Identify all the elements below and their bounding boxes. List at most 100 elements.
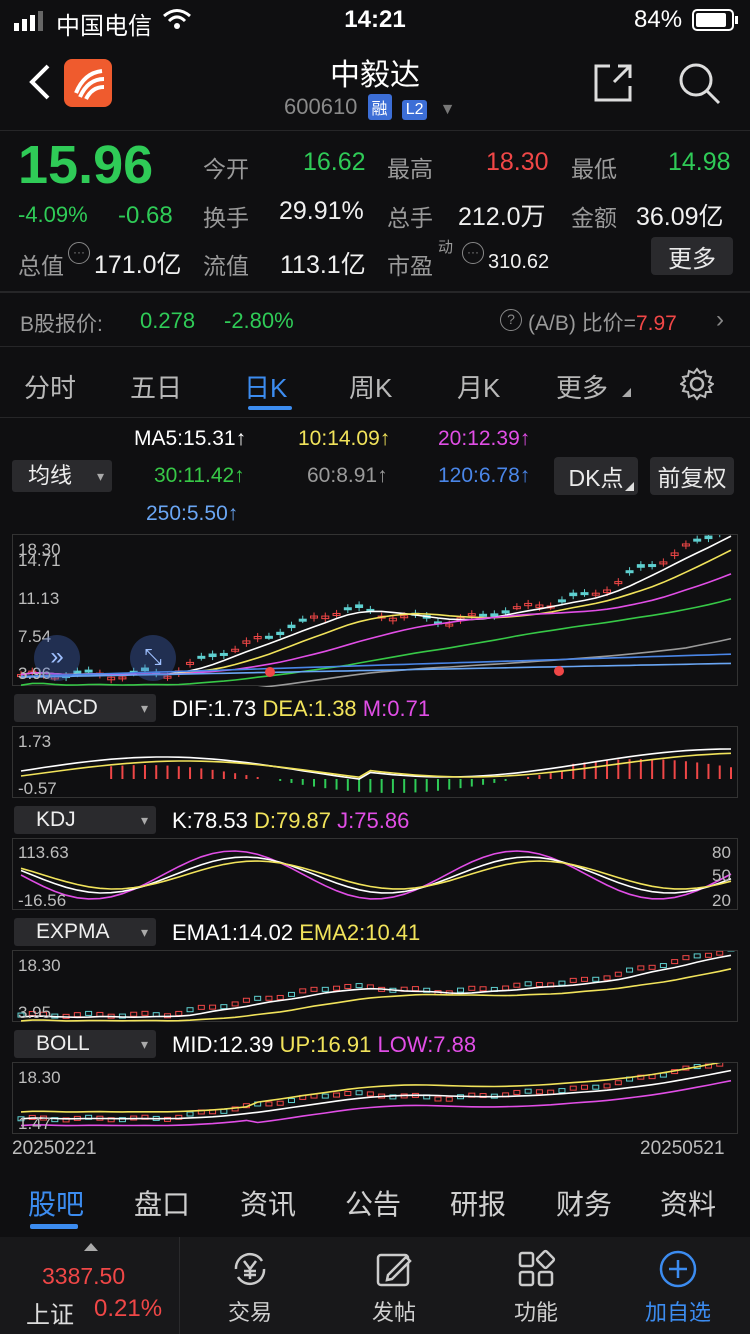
tab-profile[interactable]: 资料 [660,1183,716,1223]
open-value: 16.62 [303,148,366,176]
ma-selector[interactable]: 均线 [12,460,112,492]
tab-orderbook[interactable]: 盘口 [134,1183,190,1223]
ma20-value: 20:12.39↑ [438,427,531,450]
expma-candle [671,959,679,965]
functions-button[interactable]: 功能 [466,1237,606,1334]
screen: { "status_bar": {"carrier": "中国电信", "tim… [0,0,750,1334]
expma-candle [321,986,329,992]
add-watchlist-button[interactable]: 加自选 [608,1237,748,1334]
boll-candle [580,1084,588,1090]
expma-candle [231,1001,239,1007]
candle-body [625,570,634,574]
index-ticker[interactable]: 3387.50 上证 0.21% [0,1237,180,1334]
boll-mid: MID:12.39 [172,1032,274,1057]
fullscreen-button[interactable]: ⤡ [130,635,176,681]
tab-announcements[interactable]: 公告 [345,1183,401,1223]
main-y-2: 14.71 [18,551,61,570]
candle-body [693,538,702,542]
main-chart-area[interactable] [12,520,738,697]
stock-code: 600610 [284,94,358,119]
macd-dif: DIF:1.73 [172,696,257,721]
boll-legend: MID:12.39 UP:16.91 LOW:7.88 [172,1032,476,1058]
tab-news[interactable]: 资讯 [240,1183,296,1223]
candle-body [208,653,217,658]
macd-chart [20,748,732,793]
candle-body [276,631,285,636]
post-button[interactable]: 发帖 [324,1237,464,1334]
boll-selector[interactable]: BOLL [14,1030,156,1058]
content-tab-indicator [30,1224,78,1229]
macd-y-bottom: -0.57 [18,779,57,798]
dropdown-icon[interactable]: ▼ [440,101,456,118]
expma-candle [614,971,622,977]
macd-selector[interactable]: MACD [14,694,156,722]
boll-candle [333,1092,341,1098]
tab-forum[interactable]: 股吧 [28,1183,84,1223]
expma-candle [186,1007,194,1013]
share-button[interactable] [590,60,636,106]
tab-five-day[interactable]: 五日 [130,368,182,405]
expand-left-button[interactable]: » [34,635,80,681]
kdj-chart-area[interactable] [12,838,738,910]
ma-selector-label: 均线 [28,463,73,488]
kdj-j: J:75.86 [337,808,410,833]
tab-weekly-k[interactable]: 周K [349,368,392,405]
expma-candle [130,1011,138,1017]
boll-chart [17,1057,735,1127]
status-bar: 中国电信 14:21 84% [0,0,750,40]
expma-candle [524,981,532,987]
expma-candle [355,983,363,989]
expma-candle [333,985,341,991]
boll-candle [434,1096,442,1102]
candle-body [264,635,273,639]
tab-daily-k[interactable]: 日K [244,368,287,405]
expma-candle [287,991,295,997]
candle-body [219,652,228,656]
tabs-divider [0,417,750,418]
tab-intraday[interactable]: 分时 [24,368,76,405]
macd-chart-area[interactable] [12,726,738,798]
index-percent: 0.21% [94,1295,163,1322]
candle-body [298,618,307,622]
adjust-button[interactable]: 前复权 [650,457,734,495]
mktcap-info-icon[interactable]: ··· [68,242,90,264]
candle-body [490,613,499,617]
expma-ema1: EMA1:14.02 [172,920,294,945]
ema1-line [20,954,732,1019]
macd-legend: DIF:1.73 DEA:1.38 M:0.71 [172,696,430,722]
expma-selector[interactable]: EXPMA [14,918,156,946]
boll-candle [603,1083,611,1089]
search-button[interactable] [676,60,722,106]
ab-ratio-value: 7.97 [635,312,677,335]
boll-candle [614,1080,622,1086]
boll-candle [558,1088,566,1094]
ab-ratio[interactable]: (A/B) 比价=7.97 [528,307,677,337]
low-label: 最低 [571,156,617,182]
turnover-value: 29.91% [279,197,364,225]
boll-chart-area[interactable] [12,1057,738,1134]
tab-research[interactable]: 研报 [450,1183,506,1223]
kdj-selector[interactable]: KDJ [14,806,156,834]
candle-body [355,604,364,609]
kdj-y-bottom: -16.56 [18,891,67,910]
candle-body [557,599,566,603]
macd-m: M:0.71 [362,696,431,721]
trade-button[interactable]: 交易 [180,1237,320,1334]
pe-info-icon[interactable]: ··· [462,242,484,264]
expma-candle [141,1010,149,1016]
boll-candle [265,1101,273,1107]
header-divider [0,130,750,131]
ema2-line [20,968,732,1022]
dk-point-button[interactable]: DK点 [554,457,638,495]
ratio-help-icon[interactable]: ? [500,309,522,331]
expma-chart-area[interactable] [12,946,738,1022]
tab-finance[interactable]: 财务 [556,1183,612,1223]
kdj-legend: K:78.53 D:79.87 J:75.86 [172,808,409,834]
chevron-right-icon[interactable]: › [716,306,724,334]
current-price: 15.96 [18,135,154,195]
chart-settings-button[interactable] [679,367,715,406]
more-button[interactable]: 更多 [651,237,733,275]
tab-more[interactable]: 更多 [556,368,608,405]
tab-monthly-k[interactable]: 月K [457,368,500,405]
dk-marker [265,667,275,677]
